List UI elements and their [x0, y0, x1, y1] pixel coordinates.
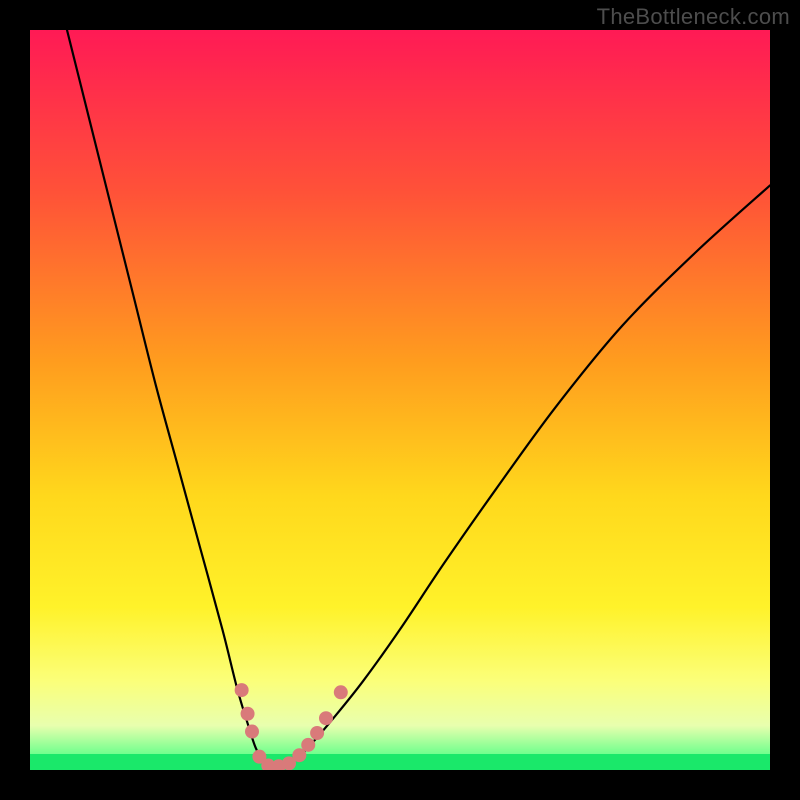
chart-stage: TheBottleneck.com	[0, 0, 800, 800]
safe-zone-strip	[30, 754, 770, 770]
heat-gradient-background	[30, 30, 770, 770]
plot-area	[30, 30, 770, 770]
watermark-text: TheBottleneck.com	[597, 4, 790, 30]
